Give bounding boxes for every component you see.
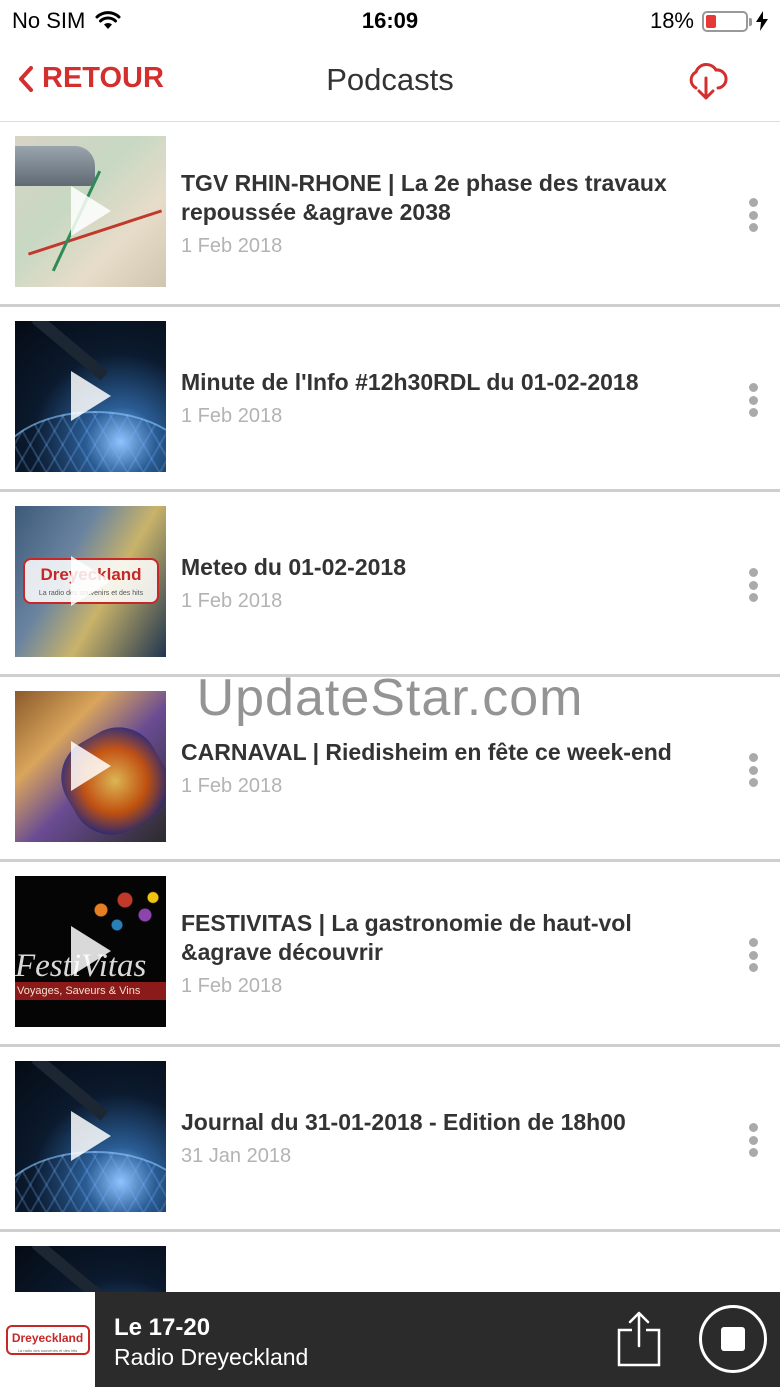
podcast-title: FESTIVITAS | La gastronomie de haut-vol … bbox=[181, 909, 632, 965]
podcast-item[interactable]: FestiVitas Voyages, Saveurs & Vins FESTI… bbox=[0, 862, 780, 1047]
play-icon bbox=[71, 741, 111, 791]
podcast-thumbnail: Dreyeckland La radio des souvenirs et de… bbox=[15, 506, 166, 657]
podcast-date: 1 Feb 2018 bbox=[181, 590, 283, 612]
battery-level bbox=[706, 14, 716, 28]
podcast-thumbnail bbox=[15, 1061, 166, 1212]
now-playing-station: Radio Dreyeckland bbox=[114, 1344, 309, 1370]
podcast-item[interactable]: CARNAVAL | Riedisheim en fête ce week-en… bbox=[0, 677, 780, 862]
podcast-date: 1 Feb 2018 bbox=[181, 775, 283, 797]
podcast-thumbnail bbox=[15, 691, 166, 842]
mini-player[interactable]: Dreyeckland La radio des souvenirs et de… bbox=[0, 1292, 780, 1387]
podcast-list: TGV RHIN-RHONE | La 2e phase des travaux… bbox=[0, 122, 780, 1292]
play-icon bbox=[71, 556, 111, 606]
podcast-thumbnail bbox=[15, 321, 166, 472]
podcast-title: CARNAVAL | Riedisheim en fête ce week-en… bbox=[181, 739, 672, 765]
stop-icon bbox=[721, 1327, 745, 1351]
dreyeckland-logo: Dreyeckland La radio des souvenirs et de… bbox=[5, 1324, 90, 1355]
page-title: Podcasts bbox=[326, 62, 454, 97]
podcast-title: Minute de l'Info #12h30RDL du 01-02-2018 bbox=[181, 369, 639, 395]
podcast-thumbnail bbox=[15, 1246, 166, 1292]
podcast-item[interactable]: Minute de l'Info #12h30RDL du 01-02-2018… bbox=[0, 307, 780, 492]
navigation-bar: RETOUR Podcasts bbox=[0, 40, 780, 122]
more-options-icon[interactable] bbox=[746, 753, 760, 787]
charging-bolt-icon bbox=[756, 11, 768, 31]
podcast-date: 1 Feb 2018 bbox=[181, 974, 283, 997]
battery-percent: 18% bbox=[649, 8, 694, 33]
cloud-download-icon[interactable] bbox=[684, 58, 728, 102]
play-icon bbox=[71, 371, 111, 421]
podcast-item[interactable]: Journal du 31-01-2018 - Edition de 18h00… bbox=[0, 1047, 780, 1232]
more-options-icon[interactable] bbox=[746, 938, 760, 972]
stop-button[interactable] bbox=[699, 1305, 767, 1373]
play-icon bbox=[71, 186, 111, 236]
more-options-icon[interactable] bbox=[746, 383, 760, 417]
more-options-icon[interactable] bbox=[746, 198, 760, 232]
status-right: 18% bbox=[650, 8, 768, 34]
status-bar: No SIM 16:09 18% bbox=[0, 0, 780, 40]
podcast-title: Journal du 31-01-2018 - Edition de 18h00 bbox=[181, 1109, 626, 1135]
play-icon bbox=[71, 1111, 111, 1161]
podcast-title: TGV RHIN-RHONE | La 2e phase des travaux… bbox=[181, 169, 667, 225]
festivitas-tagline: Voyages, Saveurs & Vins bbox=[15, 982, 166, 1000]
podcast-thumbnail bbox=[15, 136, 166, 287]
podcast-title: Meteo du 01-02-2018 bbox=[181, 554, 406, 580]
podcast-item[interactable]: Dreyeckland La radio des souvenirs et de… bbox=[0, 492, 780, 677]
podcast-item[interactable]: TGV RHIN-RHONE | La 2e phase des travaux… bbox=[0, 122, 780, 307]
podcast-thumbnail: FestiVitas Voyages, Saveurs & Vins bbox=[15, 876, 166, 1027]
podcast-date: 1 Feb 2018 bbox=[181, 234, 283, 257]
train-image bbox=[15, 146, 95, 186]
battery-icon bbox=[702, 10, 752, 32]
more-options-icon[interactable] bbox=[746, 568, 760, 602]
podcast-date: 1 Feb 2018 bbox=[181, 405, 283, 427]
podcast-date: 31 Jan 2018 bbox=[181, 1145, 292, 1167]
share-icon[interactable] bbox=[616, 1310, 662, 1368]
podcast-item-partial[interactable] bbox=[0, 1232, 780, 1292]
now-playing-title: Le 17-20 bbox=[114, 1314, 211, 1341]
play-icon bbox=[71, 926, 111, 976]
more-options-icon[interactable] bbox=[746, 1123, 760, 1157]
station-artwork: Dreyeckland La radio des souvenirs et de… bbox=[0, 1292, 95, 1387]
